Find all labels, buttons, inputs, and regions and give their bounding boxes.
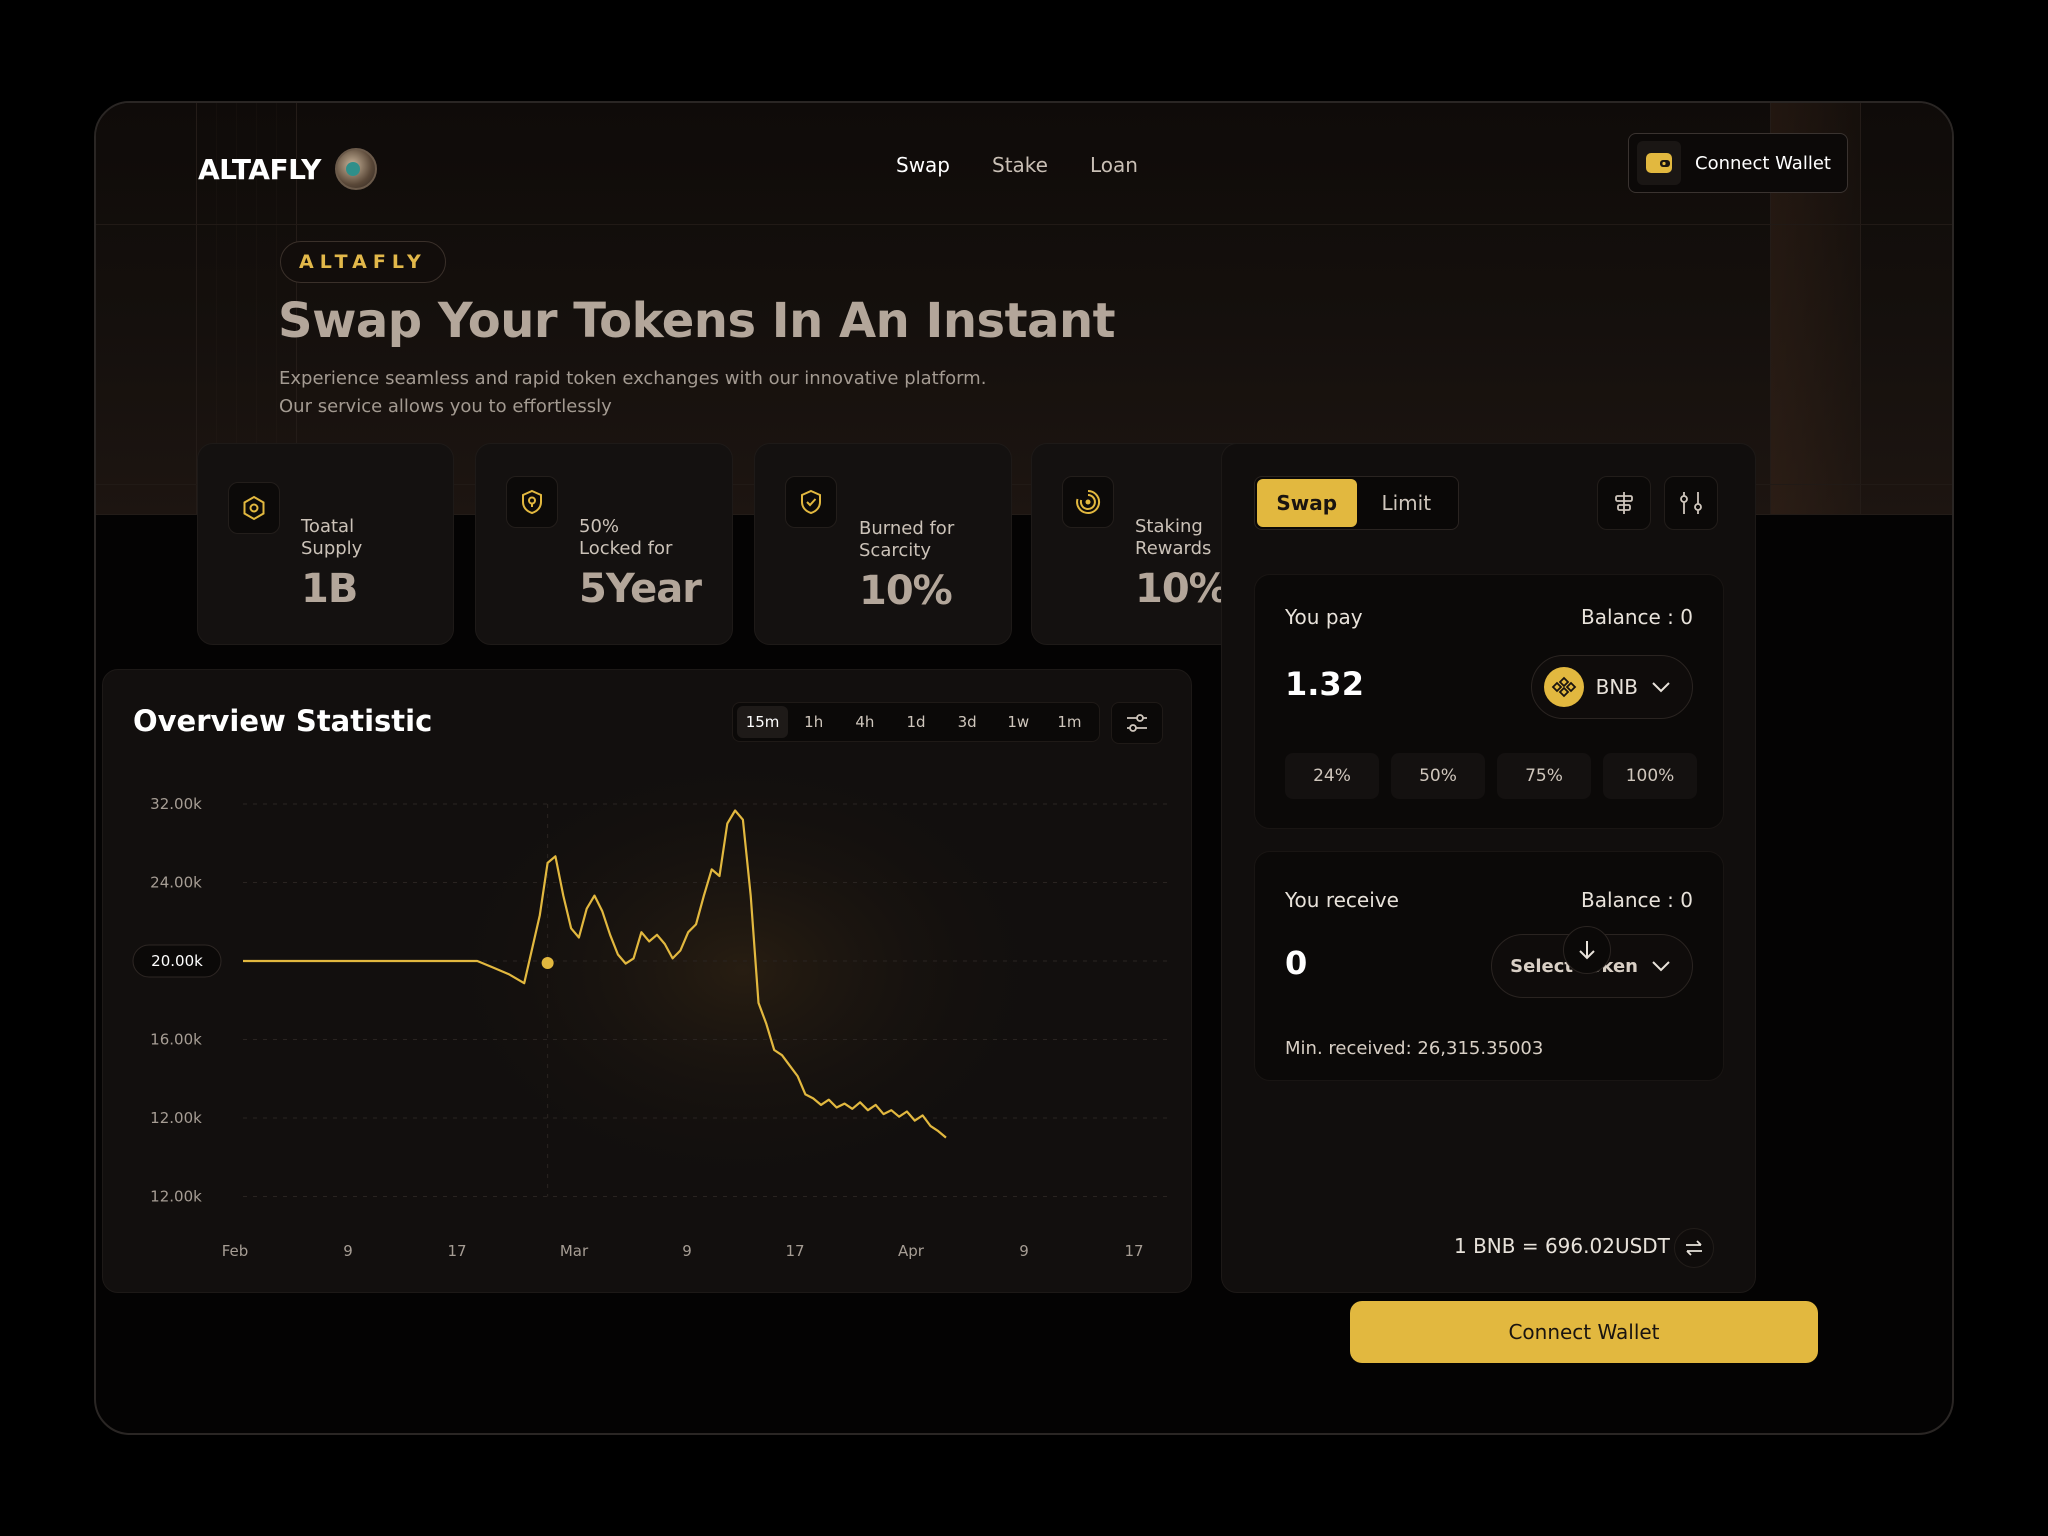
pay-label: You pay <box>1285 605 1363 629</box>
nav-loan[interactable]: Loan <box>1090 153 1138 177</box>
stat-value: 1B <box>301 566 358 612</box>
timeframe-3d[interactable]: 3d <box>942 706 993 738</box>
timeframe-1h[interactable]: 1h <box>788 706 839 738</box>
chart-y-tick-label: 16.00k <box>150 1031 202 1049</box>
chart-highlight-point[interactable] <box>541 957 554 969</box>
invert-rate-button[interactable] <box>1674 1228 1714 1268</box>
pay-token-select[interactable]: BNB <box>1530 655 1693 719</box>
stat-card-locked: 50% Locked for 5Year <box>475 443 733 645</box>
align-settings-button[interactable] <box>1597 476 1651 530</box>
shield-check-icon <box>785 476 837 528</box>
bnb-icon <box>1543 667 1584 707</box>
chart-y-tick-label: 12.00k <box>150 1188 202 1206</box>
connect-wallet-button[interactable]: Connect Wallet <box>1350 1301 1818 1363</box>
wallet-icon <box>1637 141 1681 185</box>
stat-label: Burned for Scarcity <box>859 518 955 561</box>
pay-token-name: BNB <box>1595 675 1638 699</box>
chart-y-tick-label: 32.00k <box>150 795 202 813</box>
stat-value: 10% <box>1135 566 1229 612</box>
spinner-icon <box>1062 476 1114 528</box>
swap-settings-button[interactable] <box>1664 476 1718 530</box>
receive-box: You receive Balance : 0 0 Select Token M… <box>1254 851 1724 1081</box>
connect-wallet-header-button[interactable]: Connect Wallet <box>1628 133 1848 193</box>
receive-label: You receive <box>1285 888 1399 912</box>
hero-subtitle-line1: Experience seamless and rapid token exch… <box>279 368 987 389</box>
hero-title: Swap Your Tokens In An Instant <box>278 293 1116 349</box>
sliders-vertical-icon <box>1680 492 1702 514</box>
mascot-icon <box>334 148 377 190</box>
timeframe-selector: 15m 1h 4h 1d 3d 1w 1m <box>732 702 1100 742</box>
percent-buttons: 24% 50% 75% 100% <box>1285 753 1697 799</box>
chart-y-tick-label: 20.00k <box>151 952 203 970</box>
nav-stake[interactable]: Stake <box>992 153 1048 177</box>
chart-x-tick-label: 9 <box>1019 1242 1029 1260</box>
exchange-rate: 1 BNB = 696.02USDT <box>1454 1234 1670 1258</box>
flip-direction-button[interactable] <box>1563 926 1611 974</box>
stat-label: Staking Rewards <box>1135 516 1212 559</box>
chart-filter-button[interactable] <box>1111 702 1163 744</box>
chart-title: Overview Statistic <box>133 704 433 738</box>
pay-box: You pay Balance : 0 1.32 BNB 24% 50% 75%… <box>1254 574 1724 829</box>
receive-balance: Balance : 0 <box>1581 888 1693 912</box>
chart-x-tick-label: 17 <box>1124 1242 1143 1260</box>
chart-x-tick-label: 17 <box>447 1242 466 1260</box>
tab-limit[interactable]: Limit <box>1357 479 1457 527</box>
percent-24-button[interactable]: 24% <box>1285 753 1379 799</box>
chart-y-tick-label: 12.00k <box>150 1109 202 1127</box>
stat-value: 5Year <box>579 566 702 612</box>
chevron-down-icon <box>1652 682 1670 693</box>
brand-logo[interactable]: ALTAFLY <box>198 148 377 190</box>
swap-mode-toggle: Swap Limit <box>1254 476 1459 530</box>
stat-value: 10% <box>859 568 953 614</box>
min-received: Min. received: 26,315.35003 <box>1285 1038 1544 1059</box>
stat-label: 50% Locked for <box>579 516 673 559</box>
pay-amount-input[interactable]: 1.32 <box>1285 665 1364 703</box>
connect-wallet-label: Connect Wallet <box>1695 152 1831 174</box>
hero-subtitle-line2: Our service allows you to effortlessly <box>279 396 612 417</box>
percent-100-button[interactable]: 100% <box>1603 753 1697 799</box>
chart-y-tick-label: 24.00k <box>150 874 202 892</box>
chart-x-tick-label: 17 <box>785 1242 804 1260</box>
align-center-icon <box>1615 492 1633 514</box>
shield-lock-icon <box>506 476 558 528</box>
chart-x-tick-label: 9 <box>682 1242 692 1260</box>
nav-swap[interactable]: Swap <box>896 153 950 177</box>
stat-card-total-supply: Toatal Supply 1B <box>197 443 454 645</box>
overview-chart-card: 32.00k 24.00k 20.00k 16.00k 12.00k 12.00k Feb… <box>102 669 1192 1293</box>
sliders-icon <box>1127 714 1147 732</box>
stat-label: Toatal Supply <box>301 516 363 559</box>
stat-card-burned: Burned for Scarcity 10% <box>754 443 1012 645</box>
brand-name: ALTAFLY <box>198 152 321 186</box>
percent-75-button[interactable]: 75% <box>1497 753 1591 799</box>
percent-50-button[interactable]: 50% <box>1391 753 1485 799</box>
swap-panel: Swap Limit You pay Balance : 0 1.32 BNB … <box>1221 443 1756 1293</box>
timeframe-4h[interactable]: 4h <box>839 706 890 738</box>
swap-arrows-icon <box>1686 1240 1702 1256</box>
hero-badge: ALTAFLY <box>280 241 446 283</box>
chart-x-tick-label: 9 <box>343 1242 353 1260</box>
chart-x-tick-label: Mar <box>560 1242 589 1260</box>
pay-balance: Balance : 0 <box>1581 605 1693 629</box>
timeframe-1m[interactable]: 1m <box>1044 706 1095 738</box>
receive-amount: 0 <box>1285 944 1308 982</box>
chevron-down-icon <box>1652 961 1670 972</box>
chart-x-tick-label: Apr <box>898 1242 925 1260</box>
arrow-down-icon <box>1579 941 1595 960</box>
chart-x-tick-label: Feb <box>222 1242 249 1260</box>
timeframe-1d[interactable]: 1d <box>890 706 941 738</box>
hexagon-icon <box>228 482 280 534</box>
timeframe-15m[interactable]: 15m <box>737 706 789 738</box>
hero-subtitle: Experience seamless and rapid token exch… <box>279 365 1039 421</box>
main-nav: Swap Stake Loan <box>896 153 1138 177</box>
tab-swap[interactable]: Swap <box>1257 479 1357 527</box>
timeframe-1w[interactable]: 1w <box>993 706 1044 738</box>
overview-chart: 32.00k 24.00k 20.00k 16.00k 12.00k 12.00k Feb… <box>132 740 1168 1260</box>
